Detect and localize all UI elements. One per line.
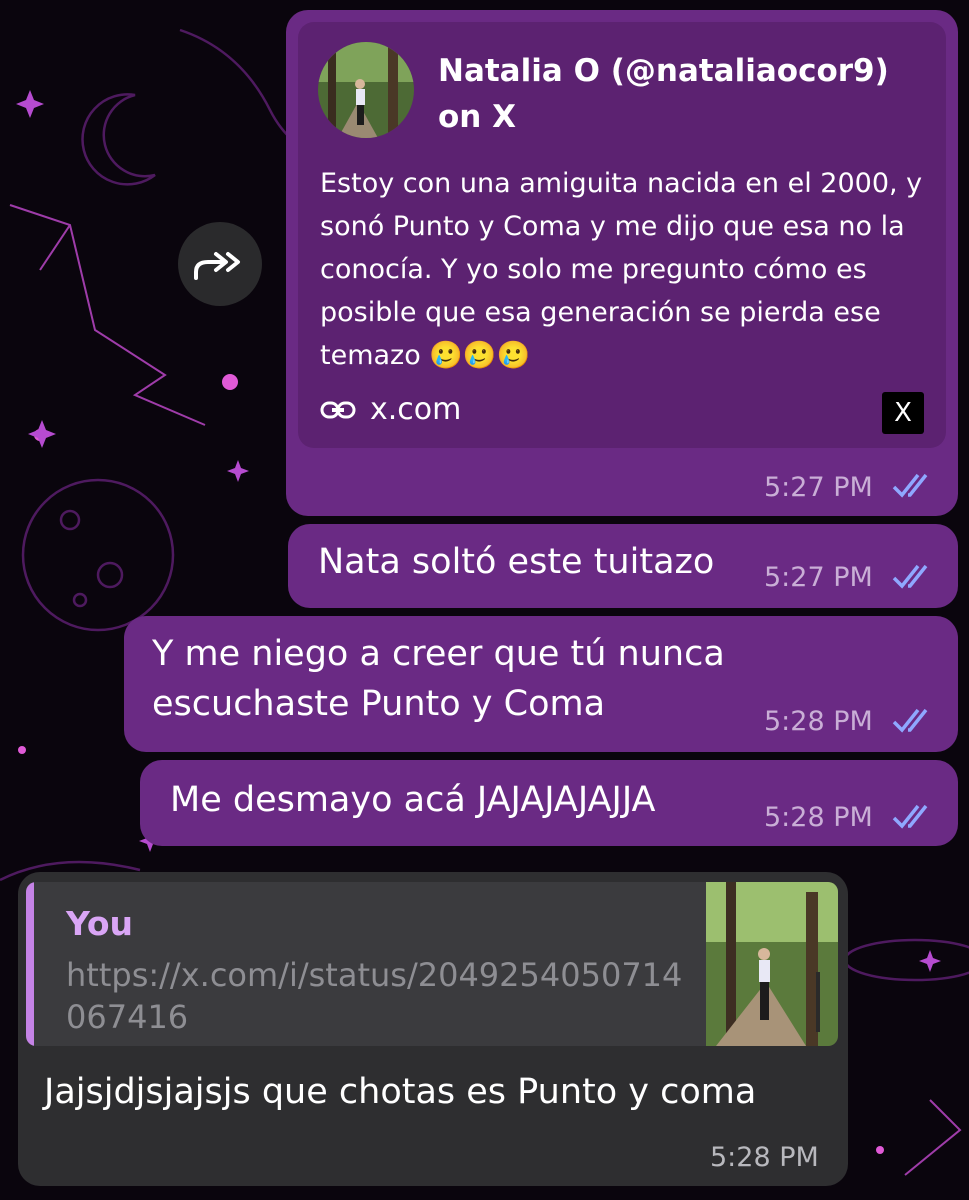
link-preview-url[interactable]: x.com [320,392,461,427]
quote-text: https://x.com/i/status/20492540507140674… [66,956,683,1036]
double-check-icon [892,564,928,589]
link-preview-title: Natalia O (@nataliaocor9) on X [438,53,889,135]
double-check-icon [892,804,928,829]
link-icon [320,401,356,418]
message-text-line: Y me niego a creer que tú nunca [152,634,725,674]
incoming-reply-message[interactable]: You https://x.com/i/status/2049254050714… [18,872,848,1186]
link-domain: x.com [370,392,462,427]
link-preview-message[interactable]: Natalia O (@nataliaocor9) on X Estoy con… [286,10,958,516]
message-time: 5:28 PM [764,802,873,833]
outgoing-message[interactable]: Me desmayo acá JAJAJAJAJJA 5:28 PM [140,760,958,846]
quoted-message[interactable]: You https://x.com/i/status/2049254050714… [26,882,838,1046]
message-time: 5:27 PM [764,472,873,503]
outgoing-message[interactable]: Y me niego a creer que tú nunca escuchas… [124,616,958,752]
double-check-icon [892,473,928,498]
quote-thumbnail [706,882,838,1046]
message-text: Jajsjdjsjajsjs que chotas es Punto y com… [44,1072,757,1112]
quote-author: You [66,904,134,943]
message-time: 5:27 PM [764,562,873,593]
link-preview-description: Estoy con una amiguita nacida en el 2000… [320,168,923,371]
quote-accent-bar [26,882,34,1046]
link-preview-card[interactable]: Natalia O (@nataliaocor9) on X Estoy con… [298,22,946,448]
forward-button[interactable] [178,222,262,306]
outgoing-message[interactable]: Nata soltó este tuitazo 5:27 PM [288,524,958,608]
message-text-line: escuchaste Punto y Coma [152,684,606,724]
message-text: Me desmayo acá JAJAJAJAJJA [170,780,656,820]
x-logo-icon: X [882,392,924,434]
message-time: 5:28 PM [764,706,873,737]
forward-arrows-icon [194,252,240,280]
avatar [318,42,414,138]
message-time: 5:28 PM [710,1142,819,1173]
double-check-icon [892,708,928,733]
message-text: Nata soltó este tuitazo [318,542,715,582]
